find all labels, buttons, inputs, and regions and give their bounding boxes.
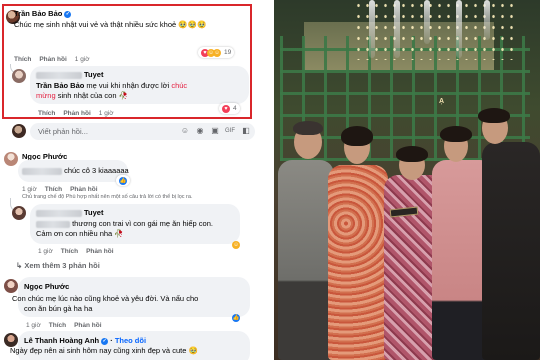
comment-thread: Trần Bảo Bảo ✓ Chúc mẹ sinh nhật vui vẻ v… — [0, 0, 272, 360]
like-reaction-icon: 👍 — [119, 176, 127, 185]
reaction-summary[interactable]: ♥ 4 — [219, 103, 240, 114]
reply-text-part: mẹ vui khi nhận được lời — [84, 81, 172, 90]
tinsel — [394, 0, 400, 58]
haha-reaction-icon: ☺ — [213, 48, 221, 57]
like-reaction-icon: 👍 — [232, 313, 240, 322]
reply-author[interactable]: Tuyet — [36, 70, 103, 79]
sticker-icon[interactable]: ◧ — [241, 126, 251, 136]
more-replies-link[interactable]: ↳ Xem thêm 3 phản hồi — [16, 261, 100, 270]
like-button[interactable]: Thích — [49, 322, 66, 329]
reply-button[interactable]: Phản hồi — [74, 322, 101, 329]
camera-icon[interactable]: ◉ — [195, 126, 205, 136]
reply-text-part: sinh nhật của con 🥀 — [55, 91, 128, 100]
avatar — [12, 124, 26, 138]
comment-text-line2: con ăn bún gà ha ha — [24, 304, 93, 313]
reaction-summary[interactable]: ♥ ☺ ☺ 19 — [198, 47, 235, 58]
comment-actions: 1 giờ Thích Phản hồi — [22, 186, 106, 193]
comment-actions: Thích Phản hồi 1 giờ — [14, 56, 90, 63]
reply-text-line2: Cảm ơn con nhiều nha 🥀 — [36, 229, 124, 238]
gif-icon[interactable]: GIF — [225, 126, 235, 136]
comment-time[interactable]: 1 giờ — [38, 248, 53, 255]
like-button[interactable]: Thích — [61, 248, 78, 255]
comment-text: Con chúc mẹ lúc nào cũng khoẻ và yêu đời… — [12, 294, 199, 303]
redacted-name — [36, 209, 82, 217]
author-name[interactable]: Tuyet — [84, 70, 103, 79]
verified-badge-icon: ✓ — [101, 337, 109, 345]
tinsel — [484, 0, 490, 40]
comment-time[interactable]: 1 giờ — [22, 186, 37, 193]
tinsel — [456, 0, 462, 58]
reaction-count: 4 — [233, 105, 237, 112]
haha-reaction-icon: ☺ — [232, 240, 240, 249]
reply-actions: 1 giờ Thích Phản hồi — [38, 248, 122, 255]
sign-lettering: Ạ — [439, 98, 445, 105]
like-button[interactable]: Thích — [45, 186, 62, 193]
like-button[interactable]: Thích — [14, 56, 31, 63]
avatar[interactable] — [12, 69, 26, 83]
verified-badge-icon: ✓ — [64, 10, 72, 18]
reply-actions: Thích Phản hồi 1 giờ — [38, 110, 114, 117]
reply-text-line2: mừng sinh nhật của con 🥀 — [36, 91, 128, 101]
reply-text: thương con trai vì con gái mẹ ăn hiếp co… — [36, 219, 213, 229]
comment-author[interactable]: Trần Bảo Bảo ✓ — [14, 9, 72, 18]
like-button[interactable]: Thích — [38, 110, 55, 117]
filter-notice: Chủ trang chế độ Phù hợp nhất nên một số… — [22, 194, 193, 200]
comment-text: Chúc mẹ sinh nhật vui vẻ và thật nhiều s… — [14, 20, 207, 29]
redacted-text — [36, 220, 70, 228]
reply-button[interactable]: Phản hồi — [39, 56, 66, 63]
highlight-text: chúc — [171, 81, 188, 90]
comment-time[interactable]: 1 giờ — [99, 110, 114, 117]
comment-time[interactable]: 1 giờ — [75, 56, 90, 63]
reaction-summary[interactable]: 👍 — [116, 175, 130, 186]
redacted-name — [22, 167, 62, 175]
tinsel — [369, 0, 375, 58]
avatar[interactable] — [4, 333, 18, 347]
more-replies-text[interactable]: Xem thêm 3 phản hồi — [24, 261, 99, 270]
reaction-count: 19 — [224, 49, 232, 56]
mention-link[interactable]: Trần Bảo Bảo — [36, 81, 84, 90]
author-name[interactable]: Trần Bảo Bảo — [14, 9, 62, 18]
reply-author[interactable]: Tuyet — [36, 208, 103, 217]
author-name[interactable]: Lê Thanh Hoàng Anh — [24, 336, 99, 345]
follow-button[interactable]: Theo dõi — [115, 336, 146, 345]
reply-text: Trần Bảo Bảo mẹ vui khi nhận được lời ch… — [36, 81, 187, 91]
comment-text-part: chúc cô 3 kiaaaaaa — [64, 166, 129, 175]
reaction-summary[interactable]: 👍 — [229, 312, 243, 323]
reaction-summary[interactable]: ☺ — [229, 239, 241, 250]
redacted-name — [36, 71, 82, 79]
emoji-icon[interactable]: ☺ — [180, 126, 190, 136]
reply-button[interactable]: Phản hồi — [70, 186, 97, 193]
comment-text: Ngày đẹp nên ai sinh hôm nay cũng xinh đ… — [10, 346, 198, 355]
comment-author[interactable]: Ngọc Phước — [24, 282, 69, 291]
photo-icon[interactable]: ▣ — [210, 126, 220, 136]
reply-button[interactable]: Phản hồi — [86, 248, 113, 255]
string-lights — [354, 0, 514, 60]
author-name[interactable]: Tuyet — [84, 208, 103, 217]
comment-time[interactable]: 1 giờ — [26, 322, 41, 329]
comment-actions: 1 giờ Thích Phản hồi — [26, 322, 110, 329]
reply-placeholder: Viết phản hồi... — [38, 127, 88, 136]
highlight-text: mừng — [36, 91, 56, 100]
comment-author: Lê Thanh Hoàng Anh ✓ · Theo dõi — [24, 336, 147, 345]
heart-reaction-icon: ♥ — [222, 104, 230, 113]
avatar[interactable] — [4, 279, 18, 293]
reply-text-part: thương con trai vì con gái mẹ ăn hiếp co… — [72, 219, 213, 228]
avatar[interactable] — [12, 206, 26, 220]
tinsel — [424, 0, 430, 44]
family-photo: Ạ — [274, 0, 540, 360]
reply-button[interactable]: Phản hồi — [63, 110, 90, 117]
avatar[interactable] — [4, 152, 18, 166]
comment-text: chúc cô 3 kiaaaaaa — [22, 166, 129, 176]
reply-input[interactable]: Viết phản hồi... ☺ ◉ ▣ GIF ◧ — [30, 123, 255, 140]
